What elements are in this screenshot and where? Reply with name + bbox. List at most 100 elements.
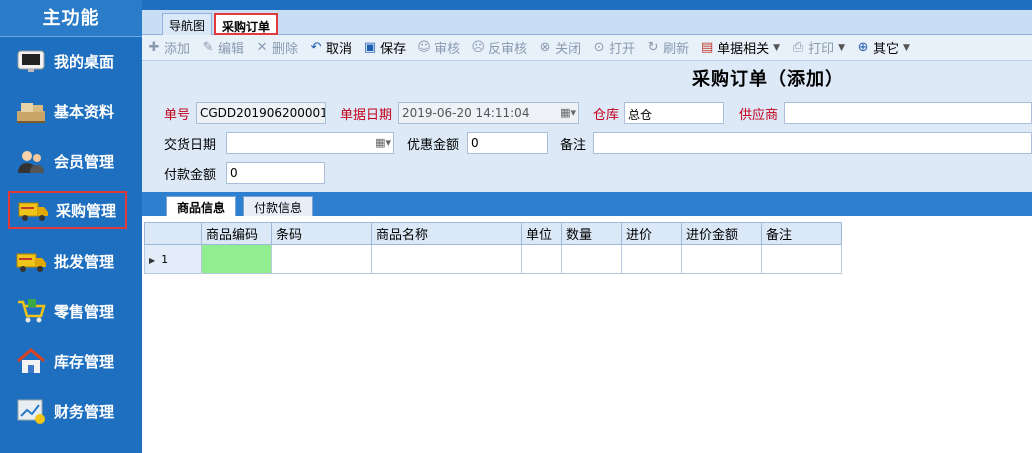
refresh-icon: ↻ <box>647 40 659 55</box>
print-dropdown[interactable]: ⎙ 打印 ▼ <box>790 38 845 57</box>
sidebar-item-purchase[interactable]: 采购管理 <box>8 191 127 229</box>
date-label: 单据日期 <box>340 108 393 123</box>
price-cell[interactable] <box>621 244 682 274</box>
truck-icon <box>14 246 48 276</box>
top-band <box>142 0 1032 10</box>
calendar-icon: ▦▾ <box>375 136 391 149</box>
sidebar-item-desktop[interactable]: 我的桌面 <box>8 42 127 80</box>
tab-product-info[interactable]: 商品信息 <box>166 196 237 216</box>
column-header[interactable]: 单位 <box>521 222 562 245</box>
sidebar-item-label: 零售管理 <box>54 302 115 321</box>
more-icon: ⊕ <box>857 40 869 55</box>
column-header[interactable]: 商品名称 <box>371 222 522 245</box>
form-title: 采购订单（添加） <box>692 69 844 90</box>
document-tab-bar: 导航图 采购订单 <box>142 10 1032 35</box>
user-check-icon: ☺ <box>417 40 431 55</box>
x-icon: ✕ <box>256 40 268 55</box>
warehouse-field[interactable]: 总仓 <box>624 102 724 124</box>
column-header[interactable]: 进价 <box>621 222 682 245</box>
sidebar-item-wholesale[interactable]: 批发管理 <box>8 242 127 280</box>
column-header[interactable]: 商品编码 <box>201 222 272 245</box>
audit-button[interactable]: ☺ 审核 <box>416 38 460 57</box>
other-dropdown[interactable]: ⊕ 其它 ▼ <box>855 38 910 57</box>
supplier-field[interactable] <box>784 102 1032 124</box>
sidebar: 主功能 我的桌面 基本资料 会员管理 采购管理 批发管理 零售管理 库存管理 财… <box>0 0 142 453</box>
product-name-cell[interactable] <box>371 244 522 274</box>
related-dropdown[interactable]: ▤ 单据相关 ▼ <box>699 38 780 57</box>
cart-icon <box>14 296 48 326</box>
open-button[interactable]: ⊙ 打开 <box>591 38 635 57</box>
sidebar-item-label: 采购管理 <box>56 201 117 220</box>
open-icon: ⊙ <box>593 40 605 55</box>
pencil-icon: ✎ <box>202 40 214 55</box>
paid-amount-field[interactable]: 0 <box>226 162 325 184</box>
save-button[interactable]: ▣ 保存 <box>362 38 406 57</box>
column-header[interactable]: 数量 <box>561 222 622 245</box>
add-button[interactable]: ✚ 添加 <box>146 38 190 57</box>
paid-amount-label: 付款金额 <box>164 168 217 183</box>
sidebar-item-basic-data[interactable]: 基本资料 <box>8 92 127 130</box>
column-header[interactable]: 备注 <box>761 222 842 245</box>
product-code-cell[interactable] <box>201 244 272 274</box>
close-button[interactable]: ⊗ 关闭 <box>537 38 581 57</box>
warehouse-label: 仓库 <box>593 108 620 123</box>
grid-corner <box>144 222 202 245</box>
house-icon <box>14 346 48 376</box>
truck-icon <box>16 195 50 225</box>
printer-icon: ⎙ <box>792 40 804 55</box>
sidebar-item-members[interactable]: 会员管理 <box>8 142 127 180</box>
remark-field[interactable] <box>593 132 1032 154</box>
row-header[interactable]: ▶ 1 <box>144 244 202 274</box>
discount-field[interactable]: 0 <box>467 132 548 154</box>
amount-cell[interactable] <box>681 244 762 274</box>
tab-navigation[interactable]: 导航图 <box>162 13 213 35</box>
unit-cell[interactable] <box>521 244 562 274</box>
refresh-button[interactable]: ↻ 刷新 <box>645 38 689 57</box>
tab-payment-info[interactable]: 付款信息 <box>243 196 314 216</box>
order-no-label: 单号 <box>164 108 191 123</box>
table-row: ▶ 1 <box>144 244 842 274</box>
remark-label: 备注 <box>560 138 587 153</box>
discount-label: 优惠金额 <box>407 138 460 153</box>
delivery-date-label: 交货日期 <box>164 138 217 153</box>
user-x-icon: ☹ <box>471 40 485 55</box>
edit-button[interactable]: ✎ 编辑 <box>200 38 244 57</box>
sidebar-item-label: 库存管理 <box>54 352 115 371</box>
sidebar-item-label: 会员管理 <box>54 152 115 171</box>
plus-icon: ✚ <box>148 40 160 55</box>
order-no-field[interactable]: CGDD201906200001 <box>196 102 326 124</box>
sidebar-item-label: 基本资料 <box>54 102 115 121</box>
calendar-icon: ▦▾ <box>560 106 576 119</box>
monitor-icon <box>14 46 48 76</box>
cancel-button[interactable]: ↶ 取消 <box>308 38 352 57</box>
row-pointer-icon: ▶ <box>149 255 156 265</box>
sidebar-item-label: 我的桌面 <box>54 52 115 71</box>
quantity-cell[interactable] <box>561 244 622 274</box>
undo-icon: ↶ <box>310 40 322 55</box>
column-header[interactable]: 进价金额 <box>681 222 762 245</box>
supplier-label: 供应商 <box>739 108 779 123</box>
users-icon <box>14 146 48 176</box>
product-grid: 商品编码 条码 商品名称 单位 数量 进价 进价金额 备注 ▶ 1 <box>144 222 842 274</box>
chevron-down-icon: ▼ <box>903 42 910 53</box>
barcode-cell[interactable] <box>271 244 372 274</box>
chart-icon <box>14 396 48 426</box>
sidebar-item-label: 财务管理 <box>54 402 115 421</box>
column-header[interactable]: 条码 <box>271 222 372 245</box>
sidebar-title: 主功能 <box>0 0 142 37</box>
close-icon: ⊗ <box>539 40 551 55</box>
remark-cell[interactable] <box>761 244 842 274</box>
sidebar-item-finance[interactable]: 财务管理 <box>8 392 127 430</box>
grid-header-row: 商品编码 条码 商品名称 单位 数量 进价 进价金额 备注 <box>144 222 842 245</box>
sidebar-item-inventory[interactable]: 库存管理 <box>8 342 127 380</box>
delete-button[interactable]: ✕ 删除 <box>254 38 298 57</box>
date-field[interactable]: 2019-06-20 14:11:04 ▦▾ <box>398 102 579 124</box>
unaudit-button[interactable]: ☹ 反审核 <box>470 38 527 57</box>
floppy-icon: ▣ <box>363 40 377 55</box>
tab-purchase-order[interactable]: 采购订单 <box>214 13 279 35</box>
toolbar: ✚ 添加 ✎ 编辑 ✕ 删除 ↶ 取消 ▣ 保存 ☺ 审核 ☹ 反审核 ⊗ 关闭 ⊙ 打开 ↻ 刷新… <box>142 35 1032 61</box>
chevron-down-icon: ▼ <box>773 42 781 53</box>
sidebar-item-retail[interactable]: 零售管理 <box>8 292 127 330</box>
delivery-date-field[interactable]: ▦▾ <box>226 132 394 154</box>
document-icon: ▤ <box>701 40 714 55</box>
